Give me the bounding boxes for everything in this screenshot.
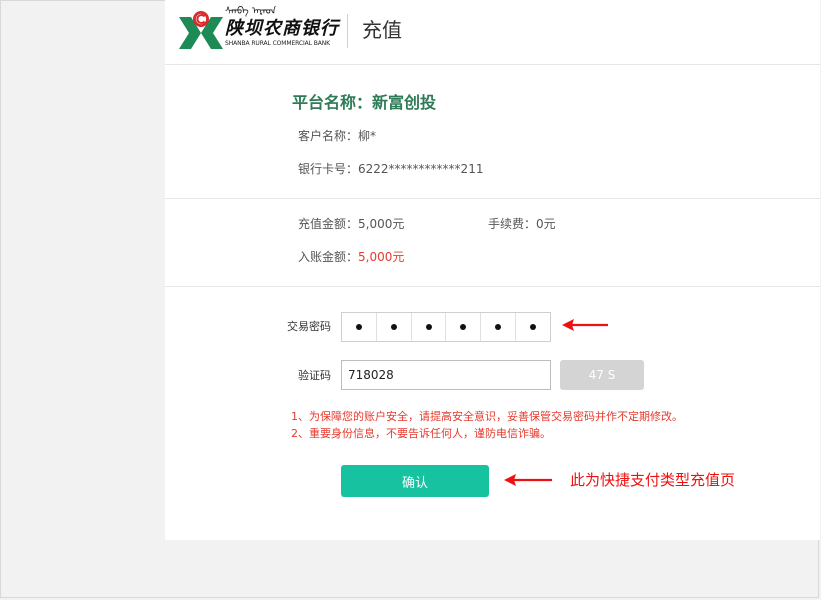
password-digit	[412, 313, 447, 341]
security-notice-1: 1、为保障您的账户安全，请提高安全意识，妥善保管交易密码并作不定期修改。	[291, 410, 683, 423]
recharge-amount-label: 充值金额：	[298, 217, 359, 231]
password-dot	[355, 324, 362, 330]
recharge-panel: ᠱᠠᠨᠪᠠ ᠠᠷᠠᠳ 陕坝农商银行 SHANBA RURAL COMMERCIA…	[165, 0, 820, 540]
password-digit	[481, 313, 517, 341]
card-number-value: 6222************211	[358, 162, 484, 176]
password-input[interactable]	[341, 312, 551, 342]
password-digit	[446, 313, 482, 341]
fee-row: 手续费：0元	[488, 215, 556, 233]
password-dot	[425, 324, 432, 330]
password-label: 交易密码	[287, 320, 331, 333]
security-notice-2: 2、重要身份信息，不要告诉任何人，谨防电信诈骗。	[291, 427, 551, 440]
divider	[165, 286, 820, 287]
password-dot	[530, 324, 537, 330]
recharge-amount-row: 充值金额：5,000元	[298, 215, 404, 233]
left-arrow-icon	[562, 319, 608, 331]
password-dot	[390, 324, 397, 330]
password-digit	[377, 313, 412, 341]
customer-name-label: 客户名称：	[298, 129, 359, 143]
platform-name: 平台名称：新富创投	[292, 93, 437, 112]
bank-logo-icon	[179, 11, 223, 49]
resend-code-button[interactable]: 47 S	[560, 360, 644, 390]
fee-label: 手续费：	[488, 217, 537, 231]
confirm-button[interactable]: 确认	[341, 465, 489, 497]
divider	[165, 198, 820, 199]
verification-code-input[interactable]	[341, 360, 551, 390]
bank-name-en: SHANBA RURAL COMMERCIAL BANK	[225, 40, 330, 47]
fee-value: 0元	[536, 217, 556, 231]
password-digit	[342, 313, 377, 341]
bank-name: ᠱᠠᠨᠪᠠ ᠠᠷᠠᠳ 陕坝农商银行 SHANBA RURAL COMMERCIA…	[225, 6, 339, 48]
header: ᠱᠠᠨᠪᠠ ᠠᠷᠠᠳ 陕坝农商银行 SHANBA RURAL COMMERCIA…	[165, 0, 820, 65]
recharge-amount-value: 5,000元	[358, 217, 405, 231]
card-number-label: 银行卡号：	[298, 162, 359, 176]
customer-name-value: 柳*	[358, 129, 377, 143]
credit-amount-label: 入账金额：	[298, 250, 359, 264]
password-dot	[495, 324, 502, 330]
verification-code-label: 验证码	[298, 369, 331, 382]
page-title: 充值	[362, 18, 402, 42]
password-digit	[516, 313, 550, 341]
credit-amount-row: 入账金额：5,000元	[298, 248, 404, 266]
annotation-text: 此为快捷支付类型充值页	[570, 471, 736, 489]
bank-name-script: ᠱᠠᠨᠪᠠ ᠠᠷᠠᠳ	[225, 6, 277, 17]
header-divider	[347, 14, 348, 48]
customer-name-row: 客户名称：柳*	[298, 127, 376, 145]
bank-name-cn: 陕坝农商银行	[225, 18, 339, 39]
credit-amount-value: 5,000元	[358, 250, 405, 264]
password-dot	[460, 324, 467, 330]
card-number-row: 银行卡号：6222************211	[298, 160, 483, 178]
left-arrow-icon	[504, 474, 552, 486]
